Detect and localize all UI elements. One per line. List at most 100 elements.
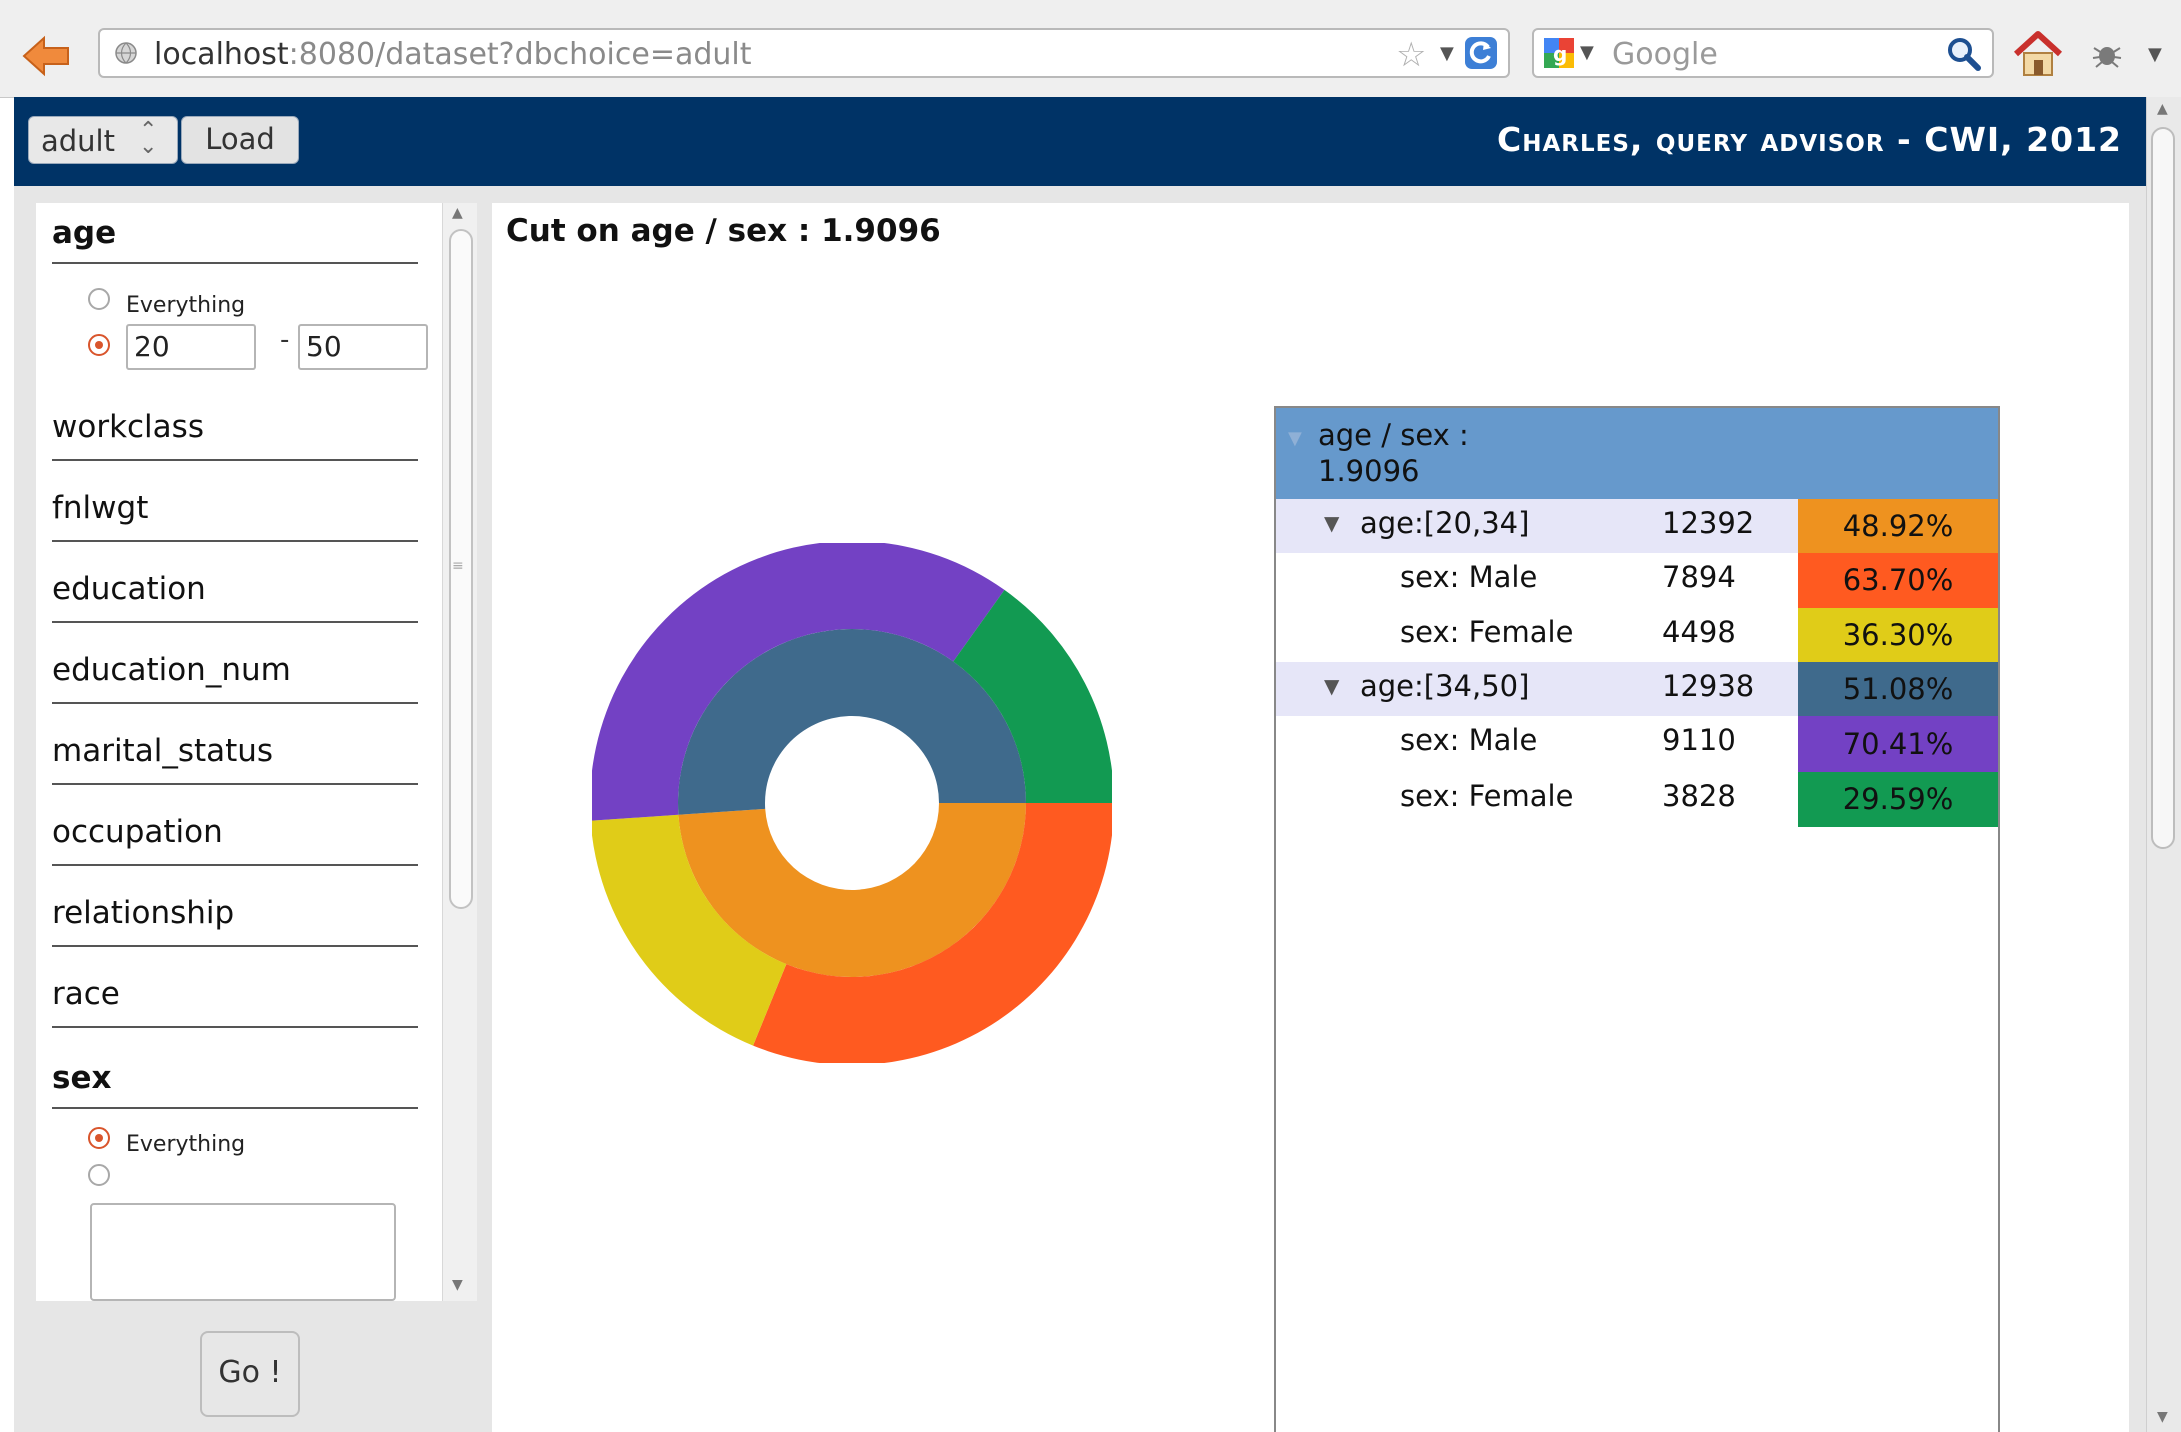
cut-title: Cut on age / sex : 1.9096 [506,213,941,249]
age-from-input[interactable]: 20 [126,324,256,370]
attribute-label: relationship [52,895,235,931]
attribute-label: race [52,976,120,1012]
back-arrow-icon[interactable] [20,32,72,80]
address-bar[interactable]: localhost:8080/dataset?dbchoice=adult ☆ … [98,28,1510,78]
expand-triangle-icon[interactable]: ▼ [1324,674,1339,698]
sex-values-textarea[interactable] [90,1203,396,1301]
attribute-label: occupation [52,814,223,850]
tree-row-child[interactable]: sex: Male 9110 70.41% [1276,716,1998,772]
browser-toolbar: localhost:8080/dataset?dbchoice=adult ☆ … [0,0,2181,98]
home-icon[interactable] [2012,28,2064,80]
scroll-up-icon[interactable]: ▲ [452,205,463,221]
grip-icon: ≡ [452,558,464,574]
search-placeholder: Google [1612,37,1718,72]
tree-row-count: 9110 [1662,723,1736,757]
age-everything-label: Everything [126,293,246,318]
age-everything-radio[interactable] [88,288,110,310]
app-header: adult ⌃ ⌄ Load Charles, query advisor - C… [14,97,2146,186]
database-select[interactable]: adult ⌃ ⌄ [28,116,178,164]
result-panel: Cut on age / sex : 1.9096 ▼ age / sex : … [492,203,2129,1432]
sex-everything-radio[interactable] [88,1127,110,1149]
google-logo-icon: g [1544,38,1574,68]
tree-row-count: 7894 [1662,560,1736,594]
tree-row-child[interactable]: sex: Female 4498 36.30% [1276,608,1998,662]
tree-row-label: sex: Female [1400,615,1574,649]
url-host: localhost [154,37,289,72]
tree-row-percent: 70.41% [1798,716,1998,772]
age-range-radio[interactable] [88,334,110,356]
scroll-down-icon[interactable]: ▼ [452,1277,463,1293]
scroll-down-icon[interactable]: ▼ [2157,1409,2168,1425]
expand-triangle-icon[interactable]: ▼ [1324,511,1339,535]
page-viewport: adult ⌃ ⌄ Load Charles, query advisor - C… [14,97,2146,1432]
tree-header[interactable]: ▼ age / sex : 1.9096 [1276,408,1998,499]
range-separator: - [280,325,290,355]
app-title: Charles, query advisor - CWI, 2012 [1497,120,2122,159]
sex-everything-label: Everything [126,1132,246,1157]
attribute-age[interactable]: age [52,203,418,264]
attribute-sex[interactable]: sex [52,1028,418,1109]
search-icon[interactable] [1946,36,1982,72]
attribute-race[interactable]: race [52,947,418,1028]
page-scrollbar[interactable]: ▲ ▼ [2146,97,2181,1432]
attribute-label: education [52,571,206,607]
bookmark-star-icon[interactable]: ☆ [1396,35,1426,75]
attribute-workclass[interactable]: workclass [52,380,418,461]
tree-row-label: sex: Male [1400,723,1538,757]
cut-tree-table: ▼ age / sex : 1.9096 ▼ age:[20,34] 12392… [1274,406,2000,1432]
chevron-down-icon[interactable]: ▼ [1580,42,1594,63]
tree-row-group[interactable]: ▼ age:[20,34] 12392 48.92% [1276,499,1998,553]
chevron-down-icon[interactable]: ▼ [1440,43,1454,64]
attribute-label: sex [52,1060,112,1096]
sex-custom-radio[interactable] [88,1164,110,1186]
url-text: localhost:8080/dataset?dbchoice=adult [154,38,752,72]
tree-row-group[interactable]: ▼ age:[34,50] 12938 51.08% [1276,662,1998,716]
tree-row-label: age:[34,50] [1360,669,1530,703]
scroll-up-icon[interactable]: ▲ [2157,101,2168,117]
tree-row-percent: 51.08% [1798,662,1998,716]
svg-text:g: g [1553,42,1567,66]
tree-row-percent: 63.70% [1798,553,1998,608]
reload-icon[interactable] [1464,36,1498,70]
tree-row-percent: 36.30% [1798,608,1998,662]
attribute-occupation[interactable]: occupation [52,785,418,866]
attribute-panel-scrollbar[interactable]: ▲ ≡ ▼ [442,203,477,1301]
search-bar[interactable]: g ▼ Google [1532,28,1994,78]
load-button[interactable]: Load [181,116,299,164]
tree-row-count: 3828 [1662,779,1736,813]
scrollbar-thumb[interactable] [2151,127,2175,849]
expand-triangle-icon[interactable]: ▼ [1288,428,1302,449]
attribute-label: marital_status [52,733,274,769]
attribute-panel: age Everything 20 - 50 workclass fnlwgt … [36,203,477,1301]
tree-row-child[interactable]: sex: Female 3828 29.59% [1276,772,1998,827]
tree-row-count: 4498 [1662,615,1736,649]
tree-row-label: sex: Female [1400,779,1574,813]
tree-header-score: 1.9096 [1318,454,1420,488]
tree-row-percent: 48.92% [1798,499,1998,553]
attribute-label: education_num [52,652,291,688]
sunburst-chart [592,543,1112,1063]
tree-row-count: 12938 [1662,669,1755,703]
attribute-fnlwgt[interactable]: fnlwgt [52,461,418,542]
attribute-label: age [52,215,117,251]
chevron-down-icon[interactable]: ▼ [2148,44,2162,65]
attribute-education[interactable]: education [52,542,418,623]
go-button[interactable]: Go ! [200,1331,300,1417]
url-path: :8080/dataset?dbchoice=adult [288,37,752,72]
attribute-label: workclass [52,409,204,445]
attribute-education-num[interactable]: education_num [52,623,418,704]
attribute-relationship[interactable]: relationship [52,866,418,947]
age-to-input[interactable]: 50 [298,324,428,370]
database-select-value: adult [41,124,115,158]
addon-bug-icon[interactable] [2090,40,2124,70]
globe-icon [115,42,137,64]
select-arrows-icon: ⌃ ⌄ [139,118,158,159]
tree-row-child[interactable]: sex: Male 7894 63.70% [1276,553,1998,608]
tree-row-percent: 29.59% [1798,772,1998,827]
tree-row-label: sex: Male [1400,560,1538,594]
attribute-label: fnlwgt [52,490,149,526]
tree-row-label: age:[20,34] [1360,506,1530,540]
tree-row-count: 12392 [1662,506,1755,540]
attribute-marital-status[interactable]: marital_status [52,704,418,785]
tree-header-label: age / sex : [1318,418,1469,452]
